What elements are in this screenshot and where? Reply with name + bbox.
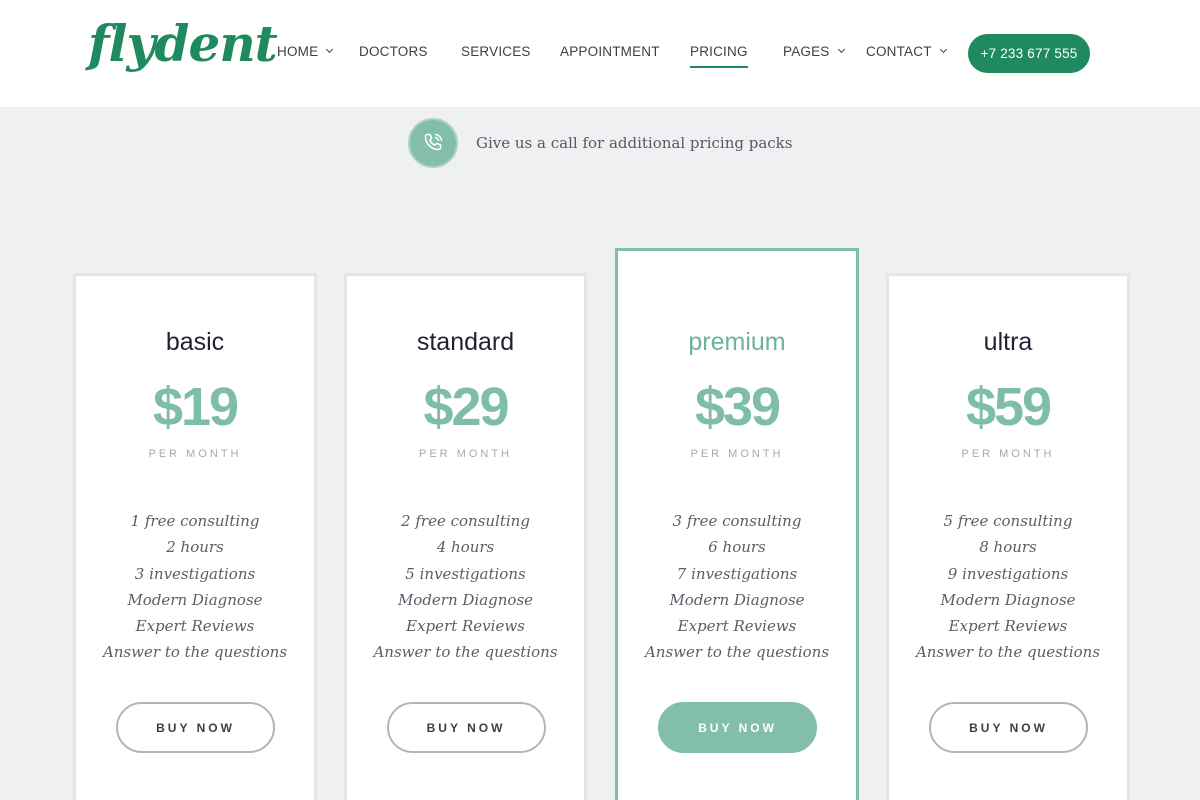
feature-item: Modern Diagnose [127,590,263,609]
phone-icon [408,118,458,168]
feature-list: 2 free consulting 4 hours 5 investigatio… [347,508,584,666]
pricing-card-ultra: ultra $59 PER MONTH 5 free consulting 8 … [886,273,1130,800]
feature-list: 1 free consulting 2 hours 3 investigatio… [76,508,314,666]
feature-item: 7 investigations [676,564,798,583]
feature-item: 3 free consulting [672,512,802,530]
plan-name: standard [416,328,515,356]
call-banner-text: Give us a call for additional pricing pa… [476,134,793,152]
plan-price: $19 [152,377,239,437]
plan-period: PER MONTH [148,448,242,460]
feature-item: Answer to the questions [644,643,830,662]
feature-item: 9 investigations [947,564,1069,583]
nav-item-contact[interactable]: CONTACT [866,44,947,59]
feature-item: 5 free consulting [943,512,1073,530]
feature-item: 2 free consulting [401,512,530,530]
buy-now-button[interactable]: BUY NOW [658,702,817,753]
plan-price: $59 [965,377,1052,437]
buy-now-button[interactable]: BUY NOW [386,702,546,753]
feature-item: Answer to the questions [915,643,1101,662]
nav-item-label: HOME [277,44,319,59]
phone-button[interactable]: +7 233 677 555 [968,34,1090,73]
nav-item-label: PAGES [783,44,830,59]
feature-item: 1 free consulting [130,512,260,530]
pricing-card-standard: standard $29 PER MONTH 2 free consulting… [344,273,587,800]
feature-item: Modern Diagnose [669,590,805,609]
plan-price: $29 [423,377,509,437]
buy-now-button[interactable]: BUY NOW [929,702,1088,753]
nav-item-home[interactable]: HOME [277,44,334,59]
chevron-down-icon [837,45,845,54]
plan-name: basic [165,328,225,356]
nav-item-label: SERVICES [461,44,531,59]
pricing-card-premium: premium $39 PER MONTH 3 free consulting … [615,248,859,800]
feature-item: 5 investigations [405,564,526,583]
nav-item-label: DOCTORS [359,44,428,59]
nav-item-pricing[interactable]: PRICING [690,44,748,68]
chevron-down-icon [939,45,947,54]
nav-item-doctors[interactable]: DOCTORS [359,44,428,59]
feature-item: Expert Reviews [948,617,1068,636]
plan-period: PER MONTH [961,448,1055,460]
nav-item-label: CONTACT [866,44,932,59]
active-underline [690,66,748,68]
plan-period: PER MONTH [690,448,784,460]
feature-item: Modern Diagnose [397,590,534,609]
feature-item: Modern Diagnose [940,590,1076,609]
plan-period: PER MONTH [419,448,512,460]
plan-name: premium [688,328,786,356]
feature-item: Expert Reviews [677,617,797,636]
feature-item: 4 hours [436,538,495,557]
feature-list: 3 free consulting 6 hours 7 investigatio… [618,508,856,666]
feature-item: 2 hours [166,538,224,557]
nav-item-label: PRICING [690,44,748,59]
plan-name: ultra [983,328,1033,356]
feature-item: 3 investigations [134,564,256,583]
nav-item-label: APPOINTMENT [560,44,660,59]
nav-item-appointment[interactable]: APPOINTMENT [560,44,660,59]
feature-item: 6 hours [708,538,766,557]
chevron-down-icon [326,45,334,54]
buy-now-button[interactable]: BUY NOW [116,702,275,753]
main-nav: HOME DOCTORS SERVICES APPOINTMENT PRICIN… [0,0,1200,107]
feature-item: Answer to the questions [102,643,288,662]
feature-item: 8 hours [979,538,1037,557]
nav-item-services[interactable]: SERVICES [461,44,531,59]
nav-item-pages[interactable]: PAGES [783,44,845,59]
plan-price: $39 [694,377,781,437]
call-banner: Give us a call for additional pricing pa… [0,118,1200,170]
feature-item: Expert Reviews [406,617,525,636]
site-header: flydent HOME DOCTORS SERVICES APPOINTMEN… [0,0,1200,107]
feature-item: Answer to the questions [373,643,558,662]
pricing-card-basic: basic $19 PER MONTH 1 free consulting 2 … [73,273,317,800]
feature-item: Expert Reviews [135,617,255,636]
feature-list: 5 free consulting 8 hours 9 investigatio… [889,508,1127,666]
